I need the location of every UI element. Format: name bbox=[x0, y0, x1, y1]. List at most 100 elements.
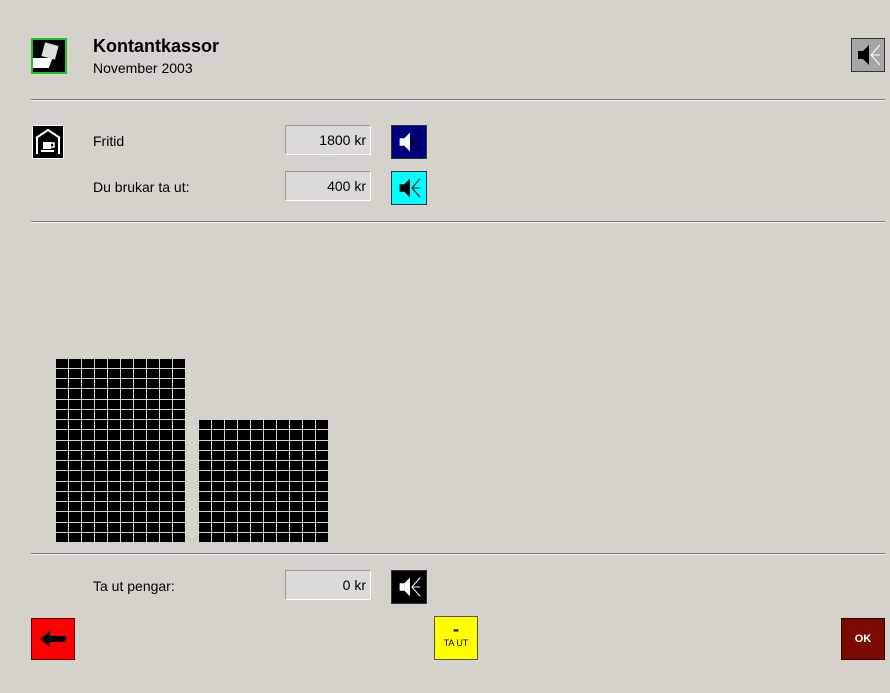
money-bar-cell bbox=[264, 471, 276, 481]
ta-ut-button-label: TA UT bbox=[443, 638, 469, 648]
money-bar-cell bbox=[134, 409, 146, 419]
money-bar-cell bbox=[264, 512, 276, 522]
money-bar-cell bbox=[82, 399, 94, 409]
money-bar-cell bbox=[56, 379, 68, 389]
money-bar-cell bbox=[134, 430, 146, 440]
money-bar-cell bbox=[303, 502, 315, 512]
money-bar-cell bbox=[56, 368, 68, 378]
money-bar-cell bbox=[290, 471, 302, 481]
money-bar-cell bbox=[82, 430, 94, 440]
money-bar-cell bbox=[290, 461, 302, 471]
money-bar-cell bbox=[316, 491, 328, 501]
money-bar-cell bbox=[121, 471, 133, 481]
ok-button[interactable]: OK bbox=[841, 618, 885, 660]
money-bar-cell bbox=[147, 430, 159, 440]
money-bar-cell bbox=[56, 502, 68, 512]
money-bar-cell bbox=[160, 358, 172, 368]
money-bar-cell bbox=[160, 389, 172, 399]
money-bar-cell bbox=[69, 502, 81, 512]
ta-ut-speaker-button[interactable] bbox=[391, 570, 427, 604]
money-bar-cell bbox=[121, 399, 133, 409]
money-bar-cell bbox=[82, 522, 94, 532]
money-bar-cell bbox=[134, 450, 146, 460]
ta-ut-amount-value: 0 bbox=[342, 577, 351, 593]
money-bar-cell bbox=[147, 461, 159, 471]
divider bbox=[31, 553, 885, 555]
money-bar-cell bbox=[147, 450, 159, 460]
fritid-label: Fritid bbox=[93, 133, 125, 149]
back-button[interactable] bbox=[31, 618, 75, 660]
money-bar-cell bbox=[199, 522, 211, 532]
money-bar-cell bbox=[82, 502, 94, 512]
money-bar-cell bbox=[316, 512, 328, 522]
money-bar-cell bbox=[134, 471, 146, 481]
header-speaker-button[interactable] bbox=[851, 38, 885, 72]
money-bar-cell bbox=[121, 512, 133, 522]
ta-ut-button[interactable]: - TA UT bbox=[434, 616, 478, 660]
money-bar-cell bbox=[225, 532, 237, 542]
money-bar-cell bbox=[251, 532, 263, 542]
fritid-amount-field: 1800 kr bbox=[285, 125, 371, 155]
money-bar-cell bbox=[160, 399, 172, 409]
money-bar-cell bbox=[290, 522, 302, 532]
ta-ut-amount-field[interactable]: 0 kr bbox=[285, 570, 371, 600]
money-bar-cell bbox=[121, 430, 133, 440]
money-bar-cell bbox=[199, 471, 211, 481]
money-bar-cell bbox=[82, 368, 94, 378]
money-bar-cell bbox=[121, 491, 133, 501]
money-bar-cell bbox=[134, 491, 146, 501]
money-bar-cell bbox=[108, 399, 120, 409]
money-bar-cell bbox=[251, 430, 263, 440]
money-bar-cell bbox=[147, 399, 159, 409]
money-bar-cell bbox=[95, 512, 107, 522]
money-bar-cell bbox=[173, 502, 185, 512]
du-brukar-amount-unit: kr bbox=[354, 178, 366, 194]
money-bar-cell bbox=[251, 522, 263, 532]
fritid-speaker-button[interactable] bbox=[391, 125, 427, 159]
money-bar-cell bbox=[264, 420, 276, 430]
money-bar-cell bbox=[251, 420, 263, 430]
money-bar-cell bbox=[147, 358, 159, 368]
money-bar-cell bbox=[173, 409, 185, 419]
money-bar-cell bbox=[160, 502, 172, 512]
money-bar-cell bbox=[69, 358, 81, 368]
money-bar-cell bbox=[316, 461, 328, 471]
money-bar-cell bbox=[199, 502, 211, 512]
money-bar-cell bbox=[56, 512, 68, 522]
money-bar-cell bbox=[173, 461, 185, 471]
money-bar-cell bbox=[56, 409, 68, 419]
money-bar-cell bbox=[173, 379, 185, 389]
money-bar-cell bbox=[134, 420, 146, 430]
money-bar-cell bbox=[238, 430, 250, 440]
money-bar-cell bbox=[225, 430, 237, 440]
divider bbox=[31, 99, 885, 101]
du-brukar-amount-field: 400 kr bbox=[285, 171, 371, 201]
money-bar-cell bbox=[173, 512, 185, 522]
money-bar-cell bbox=[225, 502, 237, 512]
money-bar-cell bbox=[238, 420, 250, 430]
ta-ut-label: Ta ut pengar: bbox=[93, 578, 175, 594]
money-bar-cell bbox=[173, 368, 185, 378]
money-bar-cell bbox=[95, 522, 107, 532]
money-bar-cell bbox=[121, 522, 133, 532]
money-bar-cell bbox=[56, 430, 68, 440]
money-bar-cell bbox=[56, 389, 68, 399]
money-bar-cell bbox=[147, 409, 159, 419]
money-bar-cell bbox=[173, 481, 185, 491]
money-bar-cell bbox=[82, 532, 94, 542]
money-bar-cell bbox=[225, 481, 237, 491]
money-bar-cell bbox=[108, 491, 120, 501]
money-bar-cell bbox=[303, 420, 315, 430]
money-bar-cell bbox=[82, 461, 94, 471]
money-bar-cell bbox=[277, 440, 289, 450]
money-bar-cell bbox=[69, 430, 81, 440]
money-bar-cell bbox=[303, 471, 315, 481]
money-bar-cell bbox=[277, 430, 289, 440]
money-bar-cell bbox=[173, 430, 185, 440]
money-bar-cell bbox=[95, 471, 107, 481]
money-bar-cell bbox=[108, 522, 120, 532]
money-bar-cell bbox=[199, 512, 211, 522]
money-bar-cell bbox=[303, 512, 315, 522]
money-bar-cell bbox=[160, 491, 172, 501]
du-brukar-speaker-button[interactable] bbox=[391, 171, 427, 205]
